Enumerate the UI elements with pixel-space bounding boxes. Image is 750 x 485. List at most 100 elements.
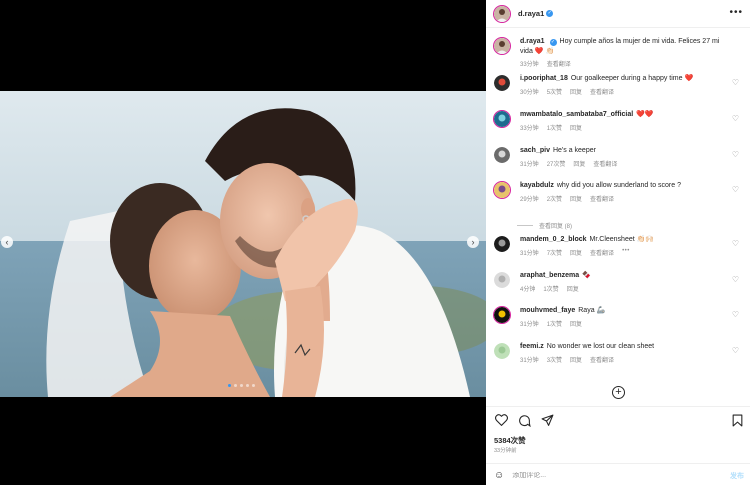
comment-icon[interactable]: [517, 413, 531, 427]
carousel-dot: [252, 384, 255, 387]
heart-icon[interactable]: ♡: [732, 346, 739, 355]
heart-icon[interactable]: ♡: [732, 310, 739, 319]
add-comment-bar: ☺ 发布: [486, 463, 750, 485]
commenter-username[interactable]: araphat_benzema: [520, 272, 579, 279]
comment-time: 31分钟: [520, 161, 539, 168]
comment-time: 29分钟: [520, 196, 539, 203]
comment-text: 🍫: [582, 272, 591, 279]
translate-button[interactable]: 查看翻译: [590, 248, 614, 257]
comment-text: why did you allow sunderland to score ?: [556, 182, 681, 189]
carousel-indicator: [228, 384, 255, 387]
commenter-avatar[interactable]: [494, 182, 510, 198]
carousel-dot: [228, 384, 231, 387]
likes-count[interactable]: 5384次赞: [494, 435, 526, 446]
translate-button[interactable]: 查看翻译: [590, 87, 614, 96]
post-sidebar: d.raya1 ✓ ••• d.raya1 ✓ Hoy cumple años la…: [486, 0, 750, 485]
post-actions: 5384次赞 33分钟前 ☺ 发布: [486, 406, 750, 485]
view-replies-button[interactable]: 查看回复 (8): [517, 221, 572, 230]
heart-icon[interactable]: ♡: [732, 239, 739, 248]
reply-button[interactable]: 回复: [567, 284, 579, 293]
comment-likes[interactable]: 1次赞: [547, 123, 562, 132]
commenter-avatar[interactable]: [494, 307, 510, 323]
instagram-post-modal: ‹ › d.raya1 ✓ ••• d.raya1 ✓ Hoy cumple año…: [0, 0, 750, 485]
comment-likes[interactable]: 1次赞: [543, 284, 558, 293]
comment-text: No wonder we lost our clean sheet: [546, 343, 655, 350]
heart-icon[interactable]: ♡: [732, 78, 739, 87]
comment-item: kayabdulz why did you allow sunderland to…: [494, 181, 744, 203]
caption-username[interactable]: d.raya1: [520, 38, 545, 45]
author-avatar[interactable]: [494, 38, 510, 54]
comment-likes[interactable]: 27次赞: [547, 159, 566, 168]
heart-icon[interactable]: ♡: [732, 275, 739, 284]
comment-likes[interactable]: 2次赞: [547, 194, 562, 203]
comments-list: d.raya1 ✓ Hoy cumple años la mujer de mi v…: [486, 28, 750, 406]
commenter-username[interactable]: mandem_0_2_block: [520, 236, 587, 243]
post-header: d.raya1 ✓ •••: [486, 0, 750, 28]
chevron-right-icon[interactable]: ›: [467, 236, 479, 248]
carousel-dot: [246, 384, 249, 387]
bookmark-icon[interactable]: [730, 413, 744, 427]
comment-likes[interactable]: 5次赞: [547, 87, 562, 96]
comment-item: feemi.z No wonder we lost our clean sheet…: [494, 342, 744, 364]
comment-time: 4分钟: [520, 286, 536, 293]
comment-time: 33分钟: [520, 125, 539, 132]
comment-likes[interactable]: 7次赞: [547, 248, 562, 257]
comment-input[interactable]: [512, 472, 713, 479]
comment-text: Our goalkeeper during a happy time ❤️: [570, 75, 694, 82]
reply-button[interactable]: 回复: [570, 319, 582, 328]
commenter-username[interactable]: mouhvmed_faye: [520, 307, 575, 314]
commenter-avatar[interactable]: [494, 343, 510, 359]
carousel-dot: [234, 384, 237, 387]
reply-button[interactable]: 回复: [570, 194, 582, 203]
reply-button[interactable]: 回复: [570, 355, 582, 364]
commenter-avatar[interactable]: [494, 111, 510, 127]
caption-item: d.raya1 ✓ Hoy cumple años la mujer de mi v…: [494, 37, 744, 68]
emoji-icon[interactable]: ☺: [494, 470, 504, 481]
post-photo[interactable]: [0, 91, 486, 397]
wedding-photo-image: [0, 91, 486, 397]
heart-icon[interactable]: [494, 413, 508, 427]
comment-text: ❤️❤️: [636, 111, 654, 118]
comment-text: Mr.Cleensheet 👏🏻🙌🏻: [589, 236, 655, 243]
divider: [517, 225, 533, 226]
translate-button[interactable]: 查看翻译: [593, 159, 617, 168]
comment-likes[interactable]: 1次赞: [547, 319, 562, 328]
chevron-left-icon[interactable]: ‹: [1, 236, 13, 248]
commenter-username[interactable]: i.pooriphat_18: [520, 75, 568, 82]
reply-button[interactable]: 回复: [570, 248, 582, 257]
comment-item: araphat_benzema 🍫 4分钟 1次赞 回复 ♡: [494, 271, 744, 293]
commenter-avatar[interactable]: [494, 236, 510, 252]
verified-icon: ✓: [546, 10, 554, 17]
commenter-avatar[interactable]: [494, 272, 510, 288]
translate-button[interactable]: 查看翻译: [590, 355, 614, 364]
commenter-username[interactable]: sach_piv: [520, 147, 550, 154]
author-username[interactable]: d.raya1: [518, 9, 544, 18]
more-icon[interactable]: •••: [622, 248, 630, 257]
comment-item: mandem_0_2_block Mr.Cleensheet 👏🏻🙌🏻 31分钟 7次…: [494, 235, 744, 257]
reply-button[interactable]: 回复: [570, 123, 582, 132]
comment-item: i.pooriphat_18 Our goalkeeper during a ha…: [494, 74, 744, 96]
translate-button[interactable]: 查看翻译: [590, 194, 614, 203]
share-icon[interactable]: [540, 413, 554, 427]
comment-item: sach_piv He's a keeper 31分钟 27次赞 回复 查看翻译 ♡: [494, 146, 744, 168]
heart-icon[interactable]: ♡: [732, 114, 739, 123]
commenter-username[interactable]: feemi.z: [520, 343, 544, 350]
more-icon[interactable]: •••: [729, 7, 743, 18]
reply-button[interactable]: 回复: [573, 159, 585, 168]
translate-button[interactable]: 查看翻译: [547, 59, 571, 68]
add-circle-icon[interactable]: +: [612, 386, 625, 399]
commenter-username[interactable]: kayabdulz: [520, 182, 554, 189]
post-timestamp: 33分钟前: [494, 448, 517, 454]
commenter-username[interactable]: mwambatalo_sambataba7_official: [520, 111, 633, 118]
commenter-avatar[interactable]: [494, 75, 510, 91]
carousel-dot: [240, 384, 243, 387]
post-comment-button[interactable]: 发布: [730, 471, 744, 481]
heart-icon[interactable]: ♡: [732, 150, 739, 159]
author-avatar[interactable]: [494, 5, 510, 22]
comment-text: Raya 🦾: [578, 307, 606, 314]
comment-time: 30分钟: [520, 89, 539, 96]
commenter-avatar[interactable]: [494, 147, 510, 163]
reply-button[interactable]: 回复: [570, 87, 582, 96]
heart-icon[interactable]: ♡: [732, 185, 739, 194]
comment-likes[interactable]: 3次赞: [547, 355, 562, 364]
